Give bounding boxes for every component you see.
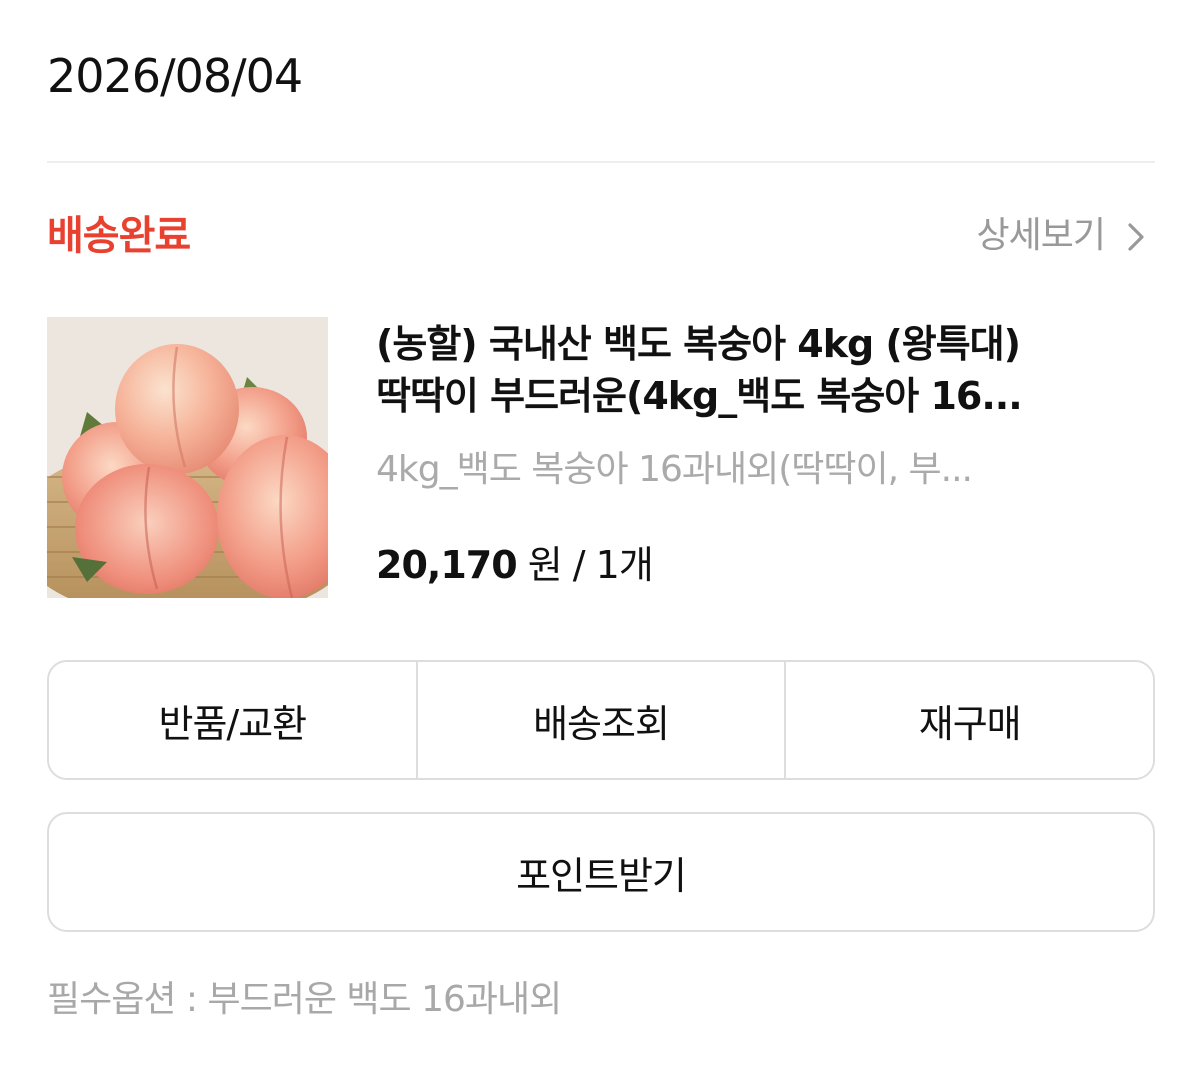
- chevron-right-icon: [1119, 218, 1155, 254]
- product-price: 20,170 원 / 1개: [376, 538, 654, 592]
- return-exchange-button[interactable]: 반품/교환: [49, 662, 416, 778]
- product-option: 4kg_백도 복숭아 16과내외(딱딱이, 부...: [376, 449, 973, 490]
- divider: [47, 161, 1155, 163]
- view-details-link[interactable]: 상세보기: [977, 210, 1155, 262]
- track-delivery-button[interactable]: 배송조회: [415, 662, 785, 778]
- order-action-buttons: 반품/교환 배송조회 재구매: [47, 660, 1155, 780]
- price-amount: 20,170: [376, 543, 518, 587]
- get-points-button[interactable]: 포인트받기: [47, 812, 1155, 932]
- required-option-text: 필수옵션 : 부드러운 백도 16과내외: [47, 979, 562, 1020]
- order-card: 2026/08/04 배송완료 상세보기 (농할) 국내산 백도 복숭아 4kg…: [0, 0, 1200, 1077]
- repurchase-button[interactable]: 재구매: [784, 662, 1153, 778]
- price-unit: 원: [527, 543, 563, 587]
- order-quantity: / 1개: [572, 543, 654, 587]
- order-date: 2026/08/04: [47, 49, 303, 103]
- view-details-label: 상세보기: [976, 215, 1106, 256]
- product-title-line-2: 딱딱이 부드러운(4kg_백도 복숭아 16...: [376, 374, 1023, 418]
- product-title-line-1: (농할) 국내산 백도 복숭아 4kg (왕특대): [376, 322, 1021, 366]
- product-image[interactable]: [47, 317, 328, 598]
- delivery-status: 배송완료: [47, 213, 191, 259]
- product-title[interactable]: (농할) 국내산 백도 복숭아 4kg (왕특대) 딱딱이 부드러운(4kg_백…: [376, 318, 1136, 422]
